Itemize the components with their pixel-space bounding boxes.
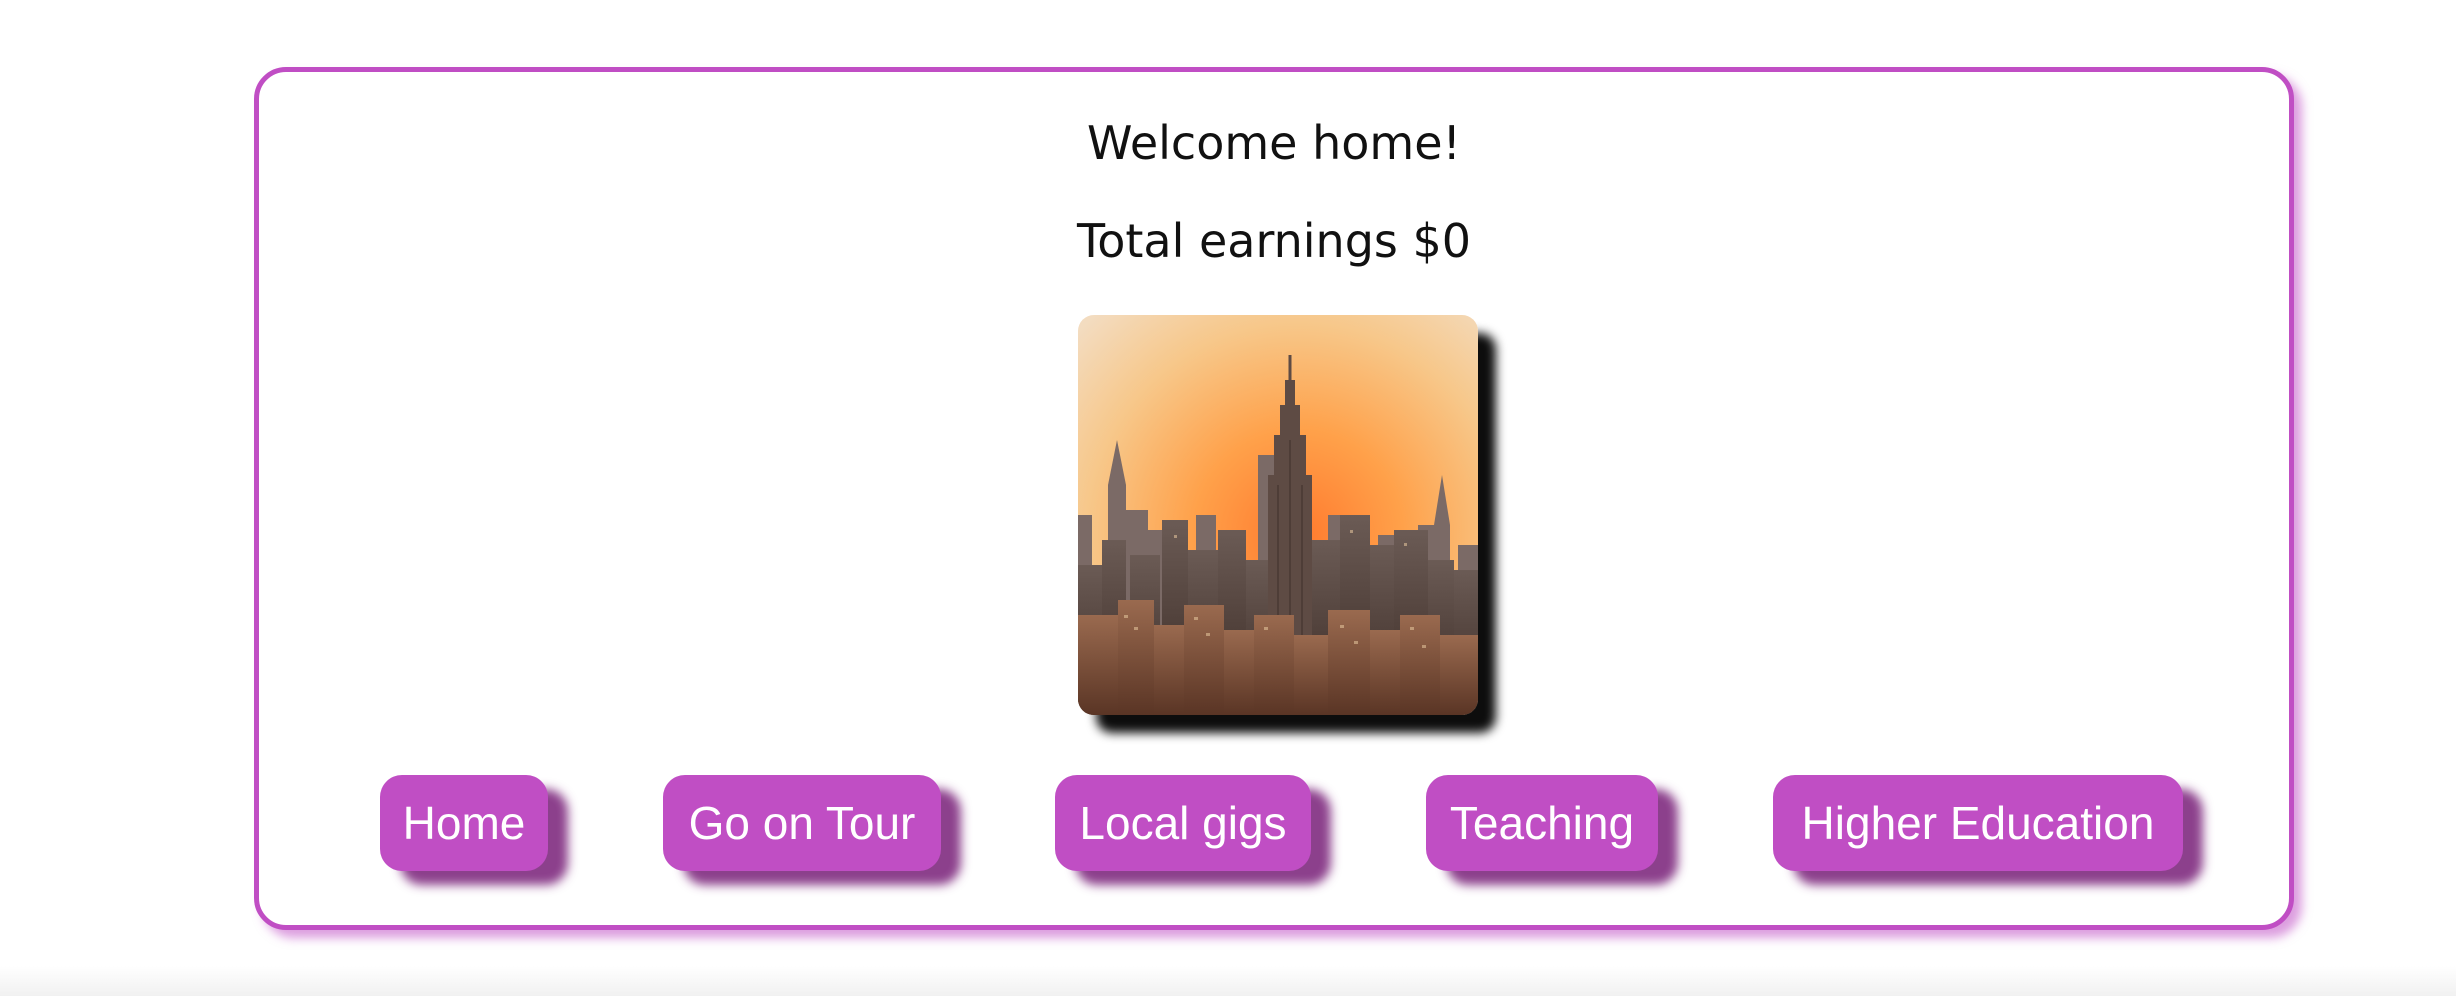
local-gigs-button[interactable]: Local gigs [1055,775,1311,871]
earnings-value: $0 [1412,214,1472,268]
page: Welcome home! Total earnings $0 Home Go … [0,0,2456,996]
earnings-label: Total earnings [1076,214,1398,268]
bottom-fade [0,966,2456,996]
welcome-heading: Welcome home! [1087,116,1461,170]
city-skyline-image [1078,315,1478,715]
home-panel: Welcome home! Total earnings $0 Home Go … [254,67,2294,930]
higher-education-button[interactable]: Higher Education [1773,775,2183,871]
go-on-tour-button[interactable]: Go on Tour [663,775,941,871]
home-button[interactable]: Home [380,775,548,871]
total-earnings: Total earnings $0 [259,214,2289,269]
teaching-button[interactable]: Teaching [1426,775,1658,871]
